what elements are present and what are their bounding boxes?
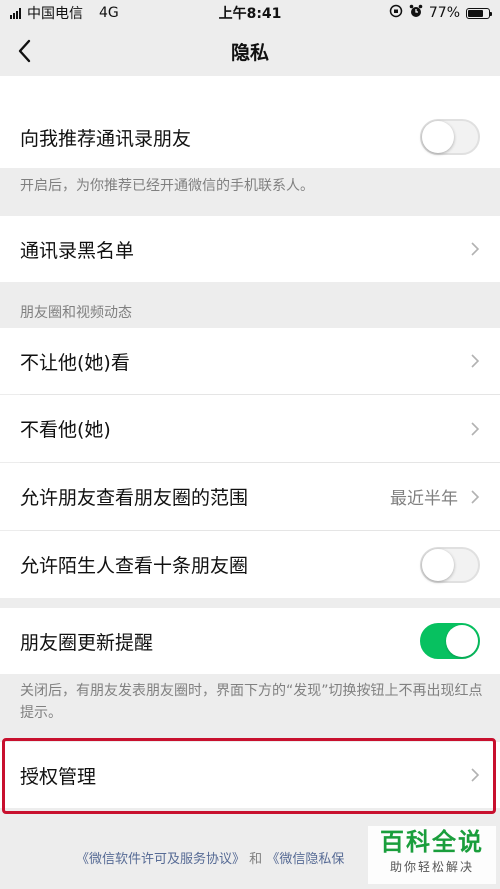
authorization-label: 授权管理	[20, 765, 97, 788]
blacklist-label: 通讯录黑名单	[20, 239, 135, 262]
reminder-note: 关闭后，有朋友发表朋友圈时，界面下方的“发现”切换按钮上不再出现红点提示。	[20, 683, 483, 721]
battery-percent: 77%	[428, 5, 460, 21]
blacklist-row[interactable]: 通讯录黑名单	[0, 216, 500, 282]
watermark-subtitle: 助你轻松解决	[389, 860, 474, 874]
license-link[interactable]: 《微信软件许可及服务协议》	[76, 852, 245, 867]
moments-range-value: 最近半年	[390, 489, 458, 509]
chevron-right-icon	[471, 489, 480, 504]
stranger-view-toggle[interactable]	[420, 546, 480, 583]
footer-links: 《微信软件许可及服务协议》 和 《微信隐私保	[76, 848, 344, 867]
hide-from-row[interactable]: 不让他(她)看	[0, 328, 500, 394]
carrier-name: 中国电信	[27, 6, 83, 22]
rotation-lock-icon	[389, 4, 403, 22]
moments-reminder-toggle[interactable]	[420, 623, 480, 659]
recommend-contacts-toggle[interactable]	[420, 119, 480, 155]
nav-bar: 隐私	[0, 26, 500, 76]
privacy-link[interactable]: 《微信隐私保	[266, 852, 344, 867]
watermark-logo: 百科全说 助你轻松解决	[368, 826, 496, 884]
back-button[interactable]	[14, 38, 38, 64]
chevron-left-icon	[18, 39, 31, 63]
chevron-right-icon	[471, 421, 480, 436]
moments-section-header: 朋友圈和视频动态	[20, 305, 132, 321]
dont-see-label: 不看他(她)	[20, 419, 111, 441]
dont-see-row[interactable]: 不看他(她)	[0, 395, 500, 462]
battery-icon	[466, 7, 492, 19]
footer-and: 和	[249, 852, 263, 867]
network-type: 4G	[99, 5, 119, 21]
moments-range-row[interactable]: 允许朋友查看朋友圈的范围 最近半年	[0, 463, 500, 530]
recommend-contacts-row: 向我推荐通讯录朋友	[0, 106, 500, 168]
moments-reminder-row: 朋友圈更新提醒	[0, 608, 500, 674]
moments-reminder-label: 朋友圈更新提醒	[20, 631, 154, 654]
status-bar: 中国电信 4G 上午8:41 77%	[0, 0, 500, 26]
authorization-row[interactable]: 授权管理	[0, 742, 500, 808]
chevron-right-icon	[471, 354, 480, 368]
recommend-note: 开启后，为你推荐已经开通微信的手机联系人。	[20, 178, 314, 194]
clipped-row	[0, 76, 500, 106]
recommend-contacts-label: 向我推荐通讯录朋友	[20, 127, 192, 150]
moments-range-label: 允许朋友查看朋友圈的范围	[20, 487, 249, 509]
page-title: 隐私	[230, 41, 269, 64]
stranger-view-label: 允许陌生人查看十条朋友圈	[20, 555, 249, 577]
chevron-right-icon	[471, 768, 480, 782]
hide-from-label: 不让他(她)看	[20, 351, 130, 374]
signal-icon	[10, 7, 21, 19]
stranger-view-row: 允许陌生人查看十条朋友圈	[0, 531, 500, 598]
chevron-right-icon	[471, 242, 480, 256]
watermark-title: 百科全说	[380, 828, 484, 856]
alarm-icon	[409, 4, 423, 22]
